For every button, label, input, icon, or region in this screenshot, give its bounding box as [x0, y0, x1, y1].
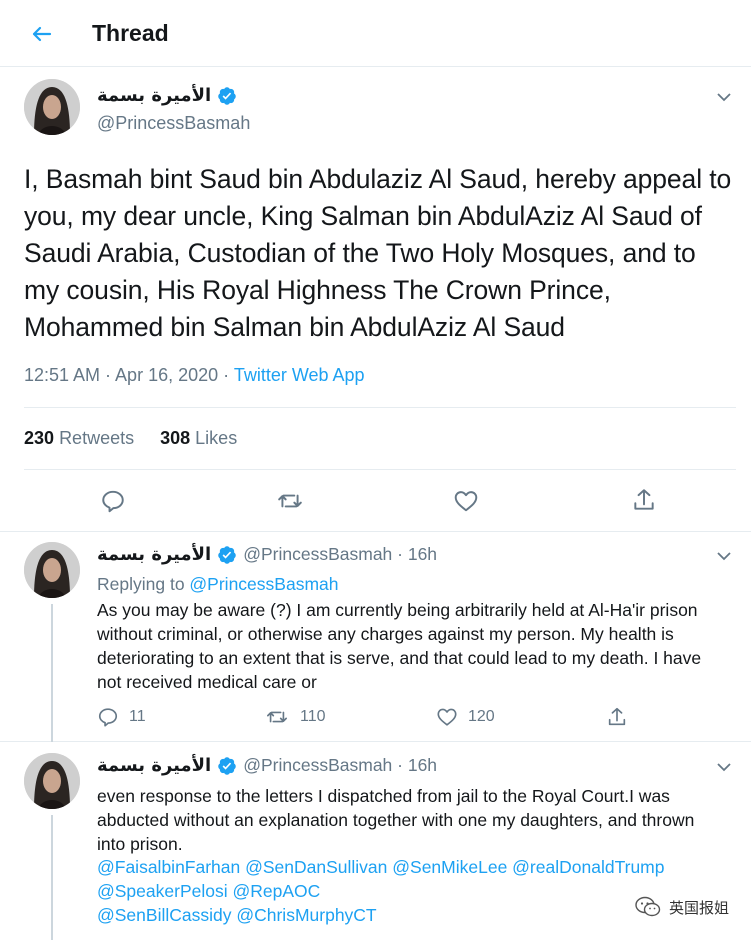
chevron-down-icon[interactable] — [714, 87, 734, 107]
tweet-text: I, Basmah bint Saud bin Abdulaziz Al Sau… — [24, 164, 732, 342]
thread-connector-line — [51, 604, 53, 742]
chevron-down-icon[interactable] — [714, 757, 734, 777]
tweet-meta: 12:51 AM · Apr 16, 2020 · Twitter Web Ap… — [24, 365, 365, 386]
likes-label: Likes — [195, 428, 238, 448]
author-handle-time[interactable]: @PrincessBasmah · 16h — [243, 544, 437, 565]
tweet-timestamp[interactable]: 12:51 AM · Apr 16, 2020 · — [24, 365, 234, 385]
header: Thread — [0, 0, 751, 67]
replying-to-label: Replying to — [97, 574, 190, 594]
page-title: Thread — [92, 20, 169, 46]
avatar[interactable] — [24, 753, 80, 809]
replying-to-link[interactable]: @PrincessBasmah — [189, 574, 338, 594]
watermark: 英国报姐 — [635, 896, 729, 918]
verified-badge-icon — [217, 756, 237, 776]
thread-connector-line — [51, 815, 53, 940]
retweet-icon[interactable] — [276, 488, 304, 514]
avatar[interactable] — [24, 542, 80, 598]
watermark-text: 英国报姐 — [668, 898, 729, 917]
main-tweet: الأميرة بسمة @PrincessBasmah I, Basmah b… — [0, 67, 751, 532]
like-action[interactable]: 120 — [436, 706, 495, 728]
reply-icon — [97, 706, 119, 728]
retweets-count: 230 — [24, 428, 55, 448]
verified-badge-icon — [217, 86, 237, 106]
like-icon — [436, 706, 458, 728]
tweet-stats: 230 Retweets 308 Likes — [24, 428, 237, 449]
mentions-line[interactable]: @SenBillCassidy @ChrisMurphyCT — [97, 903, 727, 927]
retweets-stat[interactable]: 230 Retweets — [24, 428, 134, 449]
mentions-line[interactable]: @FaisalbinFarhan @SenDanSullivan @SenMik… — [97, 855, 727, 879]
like-count: 120 — [468, 708, 495, 725]
divider — [24, 407, 736, 408]
reply-action[interactable]: 11 — [97, 706, 146, 728]
reply-tweet[interactable]: الأميرة بسمة @PrincessBasmah · 16h Reply… — [0, 532, 751, 742]
author-handle-time[interactable]: @PrincessBasmah · 16h — [243, 755, 437, 776]
likes-stat[interactable]: 308 Likes — [160, 428, 237, 449]
tweet-source-link[interactable]: Twitter Web App — [234, 365, 365, 385]
reply-icon[interactable] — [100, 488, 126, 514]
likes-count: 308 — [160, 428, 191, 448]
author-handle[interactable]: @PrincessBasmah — [97, 113, 250, 134]
retweets-label: Retweets — [59, 428, 135, 448]
replying-to: Replying to @PrincessBasmah — [97, 574, 339, 595]
tweet-text: As you may be aware (?) I am currently b… — [97, 600, 702, 692]
avatar[interactable] — [24, 79, 80, 135]
author-name-row[interactable]: الأميرة بسمة @PrincessBasmah · 16h — [97, 755, 437, 776]
author-name-row[interactable]: الأميرة بسمة @PrincessBasmah · 16h — [97, 544, 437, 565]
author-display-name[interactable]: الأميرة بسمة — [97, 85, 211, 106]
retweet-count: 110 — [300, 708, 326, 725]
divider — [24, 469, 736, 470]
retweet-action[interactable]: 110 — [264, 706, 326, 728]
author-display-name[interactable]: الأميرة بسمة — [97, 544, 211, 565]
chevron-down-icon[interactable] — [714, 546, 734, 566]
retweet-icon — [264, 706, 290, 728]
wechat-icon — [635, 896, 661, 917]
author-display-name[interactable]: الأميرة بسمة — [97, 755, 211, 776]
mentions-line[interactable]: @SpeakerPelosi @RepAOC — [97, 879, 727, 903]
share-icon — [606, 706, 628, 728]
tweet-text: even response to the letters I dispatche… — [97, 786, 695, 854]
share-action[interactable] — [606, 706, 628, 728]
like-icon[interactable] — [453, 488, 479, 514]
reply-count: 11 — [129, 708, 146, 725]
verified-badge-icon — [217, 545, 237, 565]
share-icon[interactable] — [631, 487, 657, 513]
author-name-row[interactable]: الأميرة بسمة — [97, 85, 237, 106]
back-arrow-icon[interactable] — [28, 20, 56, 48]
